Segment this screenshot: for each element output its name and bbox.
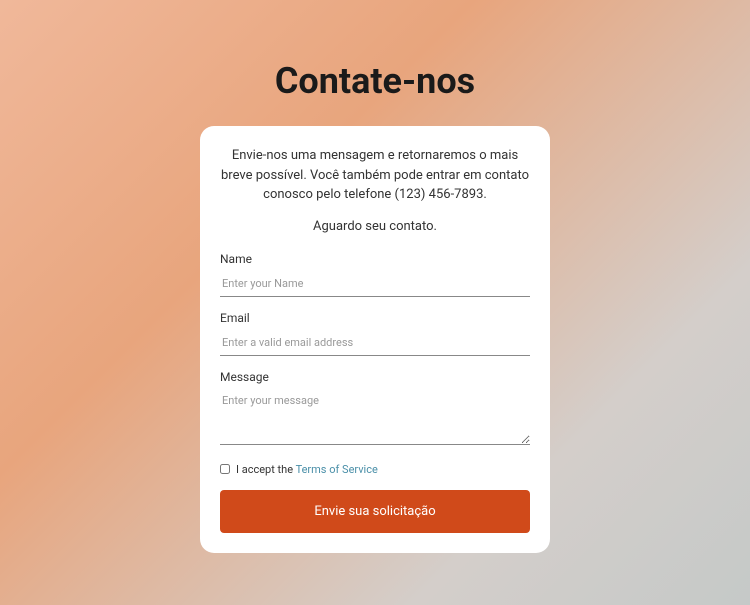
checkbox-label: I accept the Terms of Service	[236, 463, 378, 476]
checkbox-row: I accept the Terms of Service	[220, 463, 530, 476]
checkbox-prefix: I accept the	[236, 463, 296, 476]
tos-link[interactable]: Terms of Service	[296, 463, 378, 476]
intro-text: Envie-nos uma mensagem e retornaremos o …	[220, 146, 530, 205]
email-label: Email	[220, 311, 530, 325]
name-input[interactable]	[220, 273, 530, 297]
page-title: Contate-nos	[275, 60, 475, 102]
name-group: Name	[220, 252, 530, 297]
name-label: Name	[220, 252, 530, 266]
contact-card: Envie-nos uma mensagem e retornaremos o …	[200, 126, 550, 553]
subtitle-text: Aguardo seu contato.	[220, 219, 530, 234]
message-label: Message	[220, 370, 530, 384]
message-input[interactable]	[220, 390, 530, 445]
email-input[interactable]	[220, 332, 530, 356]
tos-checkbox[interactable]	[220, 464, 230, 474]
message-group: Message	[220, 370, 530, 449]
email-group: Email	[220, 311, 530, 356]
submit-button[interactable]: Envie sua solicitação	[220, 490, 530, 533]
